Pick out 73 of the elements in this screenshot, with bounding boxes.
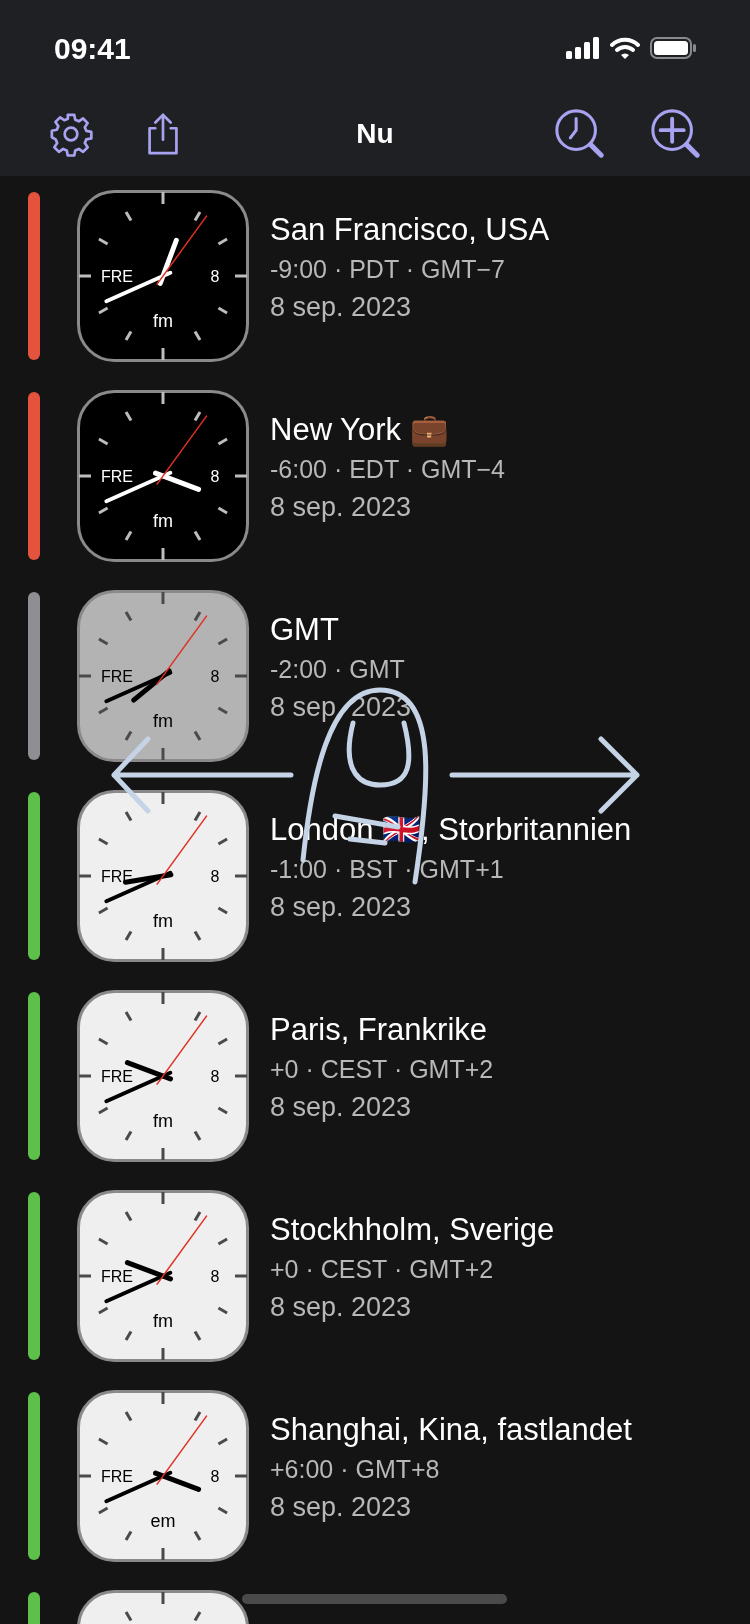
- hour-hand: [157, 237, 179, 286]
- time-offset: +6:00 · GMT+8: [270, 1454, 441, 1485]
- date-label: 8 sep. 2023: [270, 891, 413, 924]
- day-label: 8: [210, 468, 220, 485]
- clock-face[interactable]: FRE 8 fm: [77, 390, 249, 562]
- second-hand: [156, 215, 208, 285]
- clock-face[interactable]: FRE 8 fm: [77, 1190, 249, 1362]
- zoom-in-icon: [649, 107, 703, 161]
- time-offset: +0 · CEST · GMT+2: [270, 1254, 495, 1285]
- clock-face[interactable]: FRE 8 fm: [77, 590, 249, 762]
- period-label: fm: [153, 911, 173, 931]
- battery-icon: [650, 37, 696, 59]
- city-name: New York 💼: [270, 411, 450, 449]
- weekday-label: FRE: [101, 668, 133, 685]
- date-label: 8 sep. 2023: [270, 291, 413, 324]
- date-label: 8 sep. 2023: [270, 1091, 413, 1124]
- clock-face[interactable]: FRE 8 fm: [77, 990, 249, 1162]
- weekday-label: FRE: [101, 468, 133, 485]
- nav-title: Nu: [356, 117, 394, 151]
- day-label: 8: [210, 1068, 220, 1085]
- minute-hand: [104, 870, 173, 904]
- time-offset: -6:00 · EDT · GMT−4: [270, 454, 505, 485]
- day-label: 8: [210, 668, 220, 685]
- right-arrow-icon: [449, 736, 640, 814]
- time-offset: +0 · CEST · GMT+2: [270, 1054, 494, 1085]
- minute-hand: [104, 470, 173, 504]
- period-label: fm: [153, 711, 173, 731]
- status-time: 09:41: [54, 30, 131, 67]
- period-label: fm: [153, 1111, 173, 1131]
- minute-hand: [104, 1470, 173, 1504]
- date-label: 8 sep. 2023: [270, 1491, 413, 1524]
- period-label: fm: [153, 1311, 173, 1331]
- day-label: 8: [210, 1268, 220, 1285]
- second-hand: [156, 615, 208, 685]
- minute-hand: [104, 1270, 173, 1304]
- second-hand: [156, 415, 208, 485]
- clock-face[interactable]: FRE 8 em: [77, 1390, 249, 1562]
- city-name: Paris, Frankrike: [270, 1011, 489, 1049]
- hour-hand: [153, 1470, 202, 1492]
- day-label: 8: [210, 1468, 220, 1485]
- weekday-label: FRE: [101, 268, 133, 285]
- second-hand: [156, 1015, 208, 1085]
- second-hand: [156, 815, 208, 885]
- minute-hand: [104, 670, 173, 704]
- date-label: 8 sep. 2023: [270, 491, 413, 524]
- weekday-label: FRE: [101, 1468, 133, 1485]
- clock-magnifier-icon: [553, 107, 607, 161]
- second-hand: [156, 1215, 208, 1285]
- settings-icon: [48, 111, 94, 157]
- time-offset: -2:00 · GMT: [270, 654, 406, 685]
- hour-hand: [131, 668, 172, 703]
- clock-face[interactable]: FRE 8 fm: [77, 190, 249, 362]
- signal-icon: [566, 37, 600, 59]
- day-label: 8: [210, 268, 220, 285]
- period-label: fm: [153, 511, 173, 531]
- wifi-icon: [610, 37, 640, 59]
- city-name: Stockhholm, Sverige: [270, 1211, 555, 1249]
- city-name: Shanghai, Kina, fastlandet: [270, 1411, 632, 1449]
- period-label: em: [150, 1511, 176, 1531]
- minute-hand: [104, 270, 173, 304]
- day-label: 8: [210, 868, 220, 885]
- weekday-label: FRE: [101, 1068, 133, 1085]
- period-label: fm: [153, 311, 173, 331]
- date-label: 8 sep. 2023: [270, 1291, 413, 1324]
- second-hand: [156, 1415, 208, 1485]
- hour-hand: [153, 470, 202, 492]
- left-arrow-icon: [111, 736, 294, 814]
- minute-hand: [104, 1070, 173, 1104]
- city-name: San Francisco, USA: [270, 211, 550, 249]
- time-offset: -1:00 · BST · GMT+1: [270, 854, 505, 885]
- time-offset: -9:00 · PDT · GMT−7: [270, 254, 506, 285]
- weekday-label: FRE: [101, 1268, 133, 1285]
- city-name: GMT: [270, 611, 340, 649]
